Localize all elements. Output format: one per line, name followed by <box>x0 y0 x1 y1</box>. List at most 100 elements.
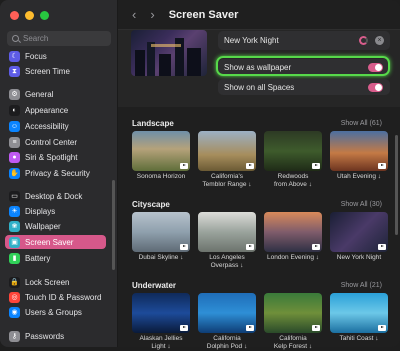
lock-icon: 🔒 <box>9 276 20 288</box>
control-center-icon: ≡ <box>9 136 20 148</box>
battery-icon: ▮ <box>9 252 20 264</box>
sidebar-item-battery[interactable]: ▮ Battery <box>5 251 106 265</box>
sidebar-item-appearance[interactable]: ◐ Appearance <box>5 103 106 117</box>
video-icon <box>180 244 188 250</box>
users-icon: ◉ <box>9 306 20 318</box>
key-icon: ⚷ <box>9 330 20 342</box>
sidebar-item-focus[interactable]: ☾ Focus <box>5 49 106 63</box>
sidebar-scrollbar[interactable] <box>112 180 115 270</box>
sidebar-item-general[interactable]: ⚙ General <box>5 87 106 101</box>
screen-saver-thumbnail[interactable] <box>330 131 388 171</box>
forward-button[interactable]: › <box>150 8 154 21</box>
screen-saver-thumbnail[interactable] <box>132 131 190 171</box>
sidebar-item-label: Displays <box>25 206 56 216</box>
screen-saver-thumbnail[interactable] <box>132 293 190 333</box>
selected-screen-saver[interactable]: New York Night × <box>218 31 390 50</box>
screen-saver-thumbnail[interactable] <box>264 212 322 252</box>
screen-saver-thumbnail[interactable] <box>198 293 256 333</box>
video-icon <box>246 244 254 250</box>
thumbnail-caption: New York Night <box>336 254 382 261</box>
sidebar-item-touch-id-password[interactable]: ◎ Touch ID & Password <box>5 290 106 304</box>
screen-saver-thumbnail[interactable] <box>330 212 388 252</box>
sidebar-item-privacy-security[interactable]: ✋ Privacy & Security <box>5 166 106 180</box>
window-controls <box>10 11 49 20</box>
video-icon <box>312 163 320 169</box>
show-all-link[interactable]: Show All (61) <box>341 120 382 127</box>
screen-saver-icon: ▣ <box>9 236 20 248</box>
clear-icon[interactable]: × <box>375 36 384 45</box>
wallpaper-icon: ❀ <box>9 220 20 232</box>
show-all-link[interactable]: Show All (21) <box>341 282 382 289</box>
show-on-all-spaces-row: Show on all Spaces <box>218 79 390 95</box>
sidebar-item-label: Desktop & Dock <box>25 191 83 201</box>
sidebar-item-label: Screen Saver <box>25 237 74 247</box>
close-window-button[interactable] <box>10 11 19 20</box>
screen-saver-thumbnail[interactable] <box>198 131 256 171</box>
thumbnail-caption: Tahiti Coast ↓ <box>339 335 379 342</box>
thumbnail-caption: California Dolphin Pod ↓ <box>206 335 248 350</box>
section-title: Landscape <box>132 119 174 128</box>
screen-saver-thumbnail[interactable] <box>132 212 190 252</box>
sidebar-item-accessibility[interactable]: ☺ Accessibility <box>5 119 106 133</box>
sidebar-item-label: Screen Time <box>25 66 70 76</box>
screen-saver-thumbnail[interactable] <box>330 293 388 333</box>
video-icon <box>312 244 320 250</box>
sidebar-item-wallpaper[interactable]: ❀ Wallpaper <box>5 219 106 233</box>
video-icon <box>378 163 386 169</box>
dock-icon: ▭ <box>9 190 20 202</box>
gear-icon: ⚙ <box>9 88 20 100</box>
sidebar-item-label: Users & Groups <box>25 307 82 317</box>
section-title: Underwater <box>132 281 177 290</box>
main-scrollbar[interactable] <box>395 135 398 235</box>
search-placeholder: Search <box>23 34 49 43</box>
sidebar-item-label: Lock Screen <box>25 277 70 287</box>
video-icon <box>180 163 188 169</box>
sidebar-item-desktop-dock[interactable]: ▭ Desktop & Dock <box>5 189 106 203</box>
sidebar-item-label: Passwords <box>25 331 65 341</box>
appearance-icon: ◐ <box>9 104 20 116</box>
thumbnail-caption: Los Angeles Overpass ↓ <box>209 254 245 269</box>
sidebar-item-passwords[interactable]: ⚷ Passwords <box>5 329 106 343</box>
show-all-link[interactable]: Show All (30) <box>341 201 382 208</box>
video-icon <box>180 325 188 331</box>
sidebar-item-label: Touch ID & Password <box>25 292 102 302</box>
thumbnail-caption: London Evening ↓ <box>266 254 320 261</box>
minimize-window-button[interactable] <box>25 11 34 20</box>
screen-saver-preview <box>131 30 207 76</box>
sidebar-item-displays[interactable]: ☀ Displays <box>5 204 106 218</box>
sidebar-item-siri-spotlight[interactable]: ● Siri & Spotlight <box>5 150 106 164</box>
video-icon <box>312 325 320 331</box>
accessibility-icon: ☺ <box>9 120 20 132</box>
sidebar-item-lock-screen[interactable]: 🔒 Lock Screen <box>5 275 106 289</box>
zoom-window-button[interactable] <box>40 11 49 20</box>
sidebar-item-label: Siri & Spotlight <box>25 152 78 162</box>
sidebar-item-label: Appearance <box>25 105 69 115</box>
sidebar-item-label: General <box>25 89 54 99</box>
sidebar-item-screen-time[interactable]: ⧗ Screen Time <box>5 64 106 78</box>
sidebar-item-label: Accessibility <box>25 121 69 131</box>
sidebar-item-users-groups[interactable]: ◉ Users & Groups <box>5 305 106 319</box>
sidebar-item-label: Wallpaper <box>25 221 61 231</box>
back-button[interactable]: ‹ <box>132 8 136 21</box>
fingerprint-icon: ◎ <box>9 291 20 303</box>
display-icon: ☀ <box>9 205 20 217</box>
thumbnail-caption: Alaskan Jellies Light ↓ <box>139 335 183 350</box>
screen-saver-thumbnail[interactable] <box>264 293 322 333</box>
highlight-annotation <box>216 56 390 76</box>
section-title: Cityscape <box>132 200 170 209</box>
search-field[interactable]: Search <box>7 31 111 46</box>
sidebar: Search ☾ Focus ⧗ Screen Time ⚙ General ◐ Appear… <box>0 0 118 347</box>
screen-saver-thumbnail[interactable] <box>264 131 322 171</box>
sidebar-item-control-center[interactable]: ≡ Control Center <box>5 135 106 149</box>
show-on-all-spaces-toggle[interactable] <box>368 82 383 92</box>
thumbnail-caption: Utah Evening ↓ <box>336 173 382 180</box>
page-title: Screen Saver <box>168 8 239 21</box>
siri-icon: ● <box>9 151 20 163</box>
sidebar-item-screen-saver[interactable]: ▣ Screen Saver <box>5 235 106 249</box>
show-on-all-spaces-label: Show on all Spaces <box>224 82 295 92</box>
selected-name: New York Night <box>224 36 279 45</box>
screen-saver-thumbnail[interactable] <box>198 212 256 252</box>
video-icon <box>246 163 254 169</box>
moon-icon: ☾ <box>9 50 20 62</box>
thumbnail-caption: Sonoma Horizon <box>136 173 186 180</box>
